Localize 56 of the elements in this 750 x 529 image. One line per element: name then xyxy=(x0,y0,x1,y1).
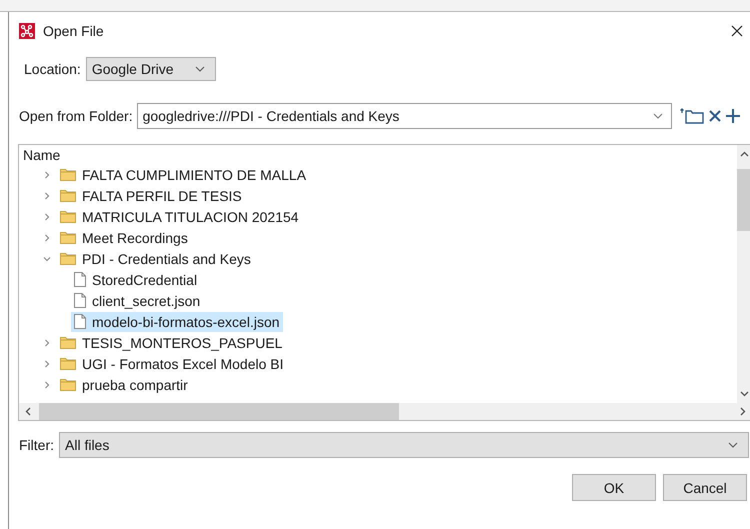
chevron-right-icon[interactable] xyxy=(43,212,51,220)
folder-item[interactable]: Meet Recordings xyxy=(57,228,191,248)
folder-item[interactable]: FALTA PERFIL DE TESIS xyxy=(57,186,245,206)
folder-item[interactable]: TESIS_MONTEROS_PASPUEL xyxy=(57,332,286,352)
chevron-right-icon[interactable] xyxy=(43,380,51,388)
window-title: Open File xyxy=(43,23,104,39)
close-icon[interactable] xyxy=(731,25,743,37)
parent-folder-icon[interactable] xyxy=(680,108,704,124)
folder-icon xyxy=(60,252,76,265)
chevron-down-icon xyxy=(728,442,738,448)
chevron-down-icon[interactable] xyxy=(740,391,749,397)
chevron-right-icon[interactable] xyxy=(740,407,746,416)
chevron-up-icon[interactable] xyxy=(740,151,749,157)
filter-label: Filter: xyxy=(19,437,54,453)
name-column-header[interactable]: Name xyxy=(19,145,60,164)
file-icon xyxy=(74,293,86,308)
folder-item[interactable]: UGI - Formatos Excel Modelo BI xyxy=(57,354,287,374)
folder-icon xyxy=(60,189,76,202)
file-icon xyxy=(74,272,86,287)
filter-dropdown[interactable]: All files xyxy=(59,432,749,458)
file-item[interactable]: StoredCredential xyxy=(71,270,200,290)
file-item[interactable]: modelo-bi-formatos-excel.json xyxy=(71,312,283,332)
chevron-right-icon[interactable] xyxy=(43,192,51,200)
location-label: Location: xyxy=(24,61,81,77)
app-icon xyxy=(19,23,35,39)
folder-icon xyxy=(60,336,76,349)
folder-icon xyxy=(60,378,76,391)
chevron-left-icon[interactable] xyxy=(25,407,31,416)
file-icon xyxy=(74,314,86,329)
chevron-right-icon[interactable] xyxy=(43,338,51,346)
folder-item[interactable]: PDI - Credentials and Keys xyxy=(57,248,254,268)
folder-label: Open from Folder: xyxy=(19,108,133,124)
folder-icon xyxy=(60,231,76,244)
chevron-down-icon xyxy=(652,113,663,119)
cancel-button[interactable]: Cancel xyxy=(663,474,747,501)
location-dropdown[interactable]: Google Drive xyxy=(86,57,216,81)
folder-icon xyxy=(60,210,76,223)
chevron-right-icon[interactable] xyxy=(43,360,51,368)
scrollbar-thumb[interactable] xyxy=(39,403,399,420)
ok-button[interactable]: OK xyxy=(572,474,656,501)
folder-icon xyxy=(60,357,76,370)
file-item[interactable]: client_secret.json xyxy=(71,290,204,310)
folder-item[interactable]: FALTA CUMPLIMIENTO DE MALLA xyxy=(57,164,310,184)
horizontal-scrollbar[interactable] xyxy=(19,403,750,420)
folder-path-field[interactable]: googledrive:///PDI - Credentials and Keys xyxy=(136,103,672,129)
vertical-scrollbar[interactable] xyxy=(737,145,750,403)
chevron-right-icon[interactable] xyxy=(43,170,51,178)
chevron-down-icon xyxy=(194,66,205,72)
delete-icon[interactable] xyxy=(708,109,722,123)
folder-item[interactable]: MATRICULA TITULACION 202154 xyxy=(57,206,302,226)
chevron-right-icon[interactable] xyxy=(43,234,51,242)
scrollbar-thumb[interactable] xyxy=(737,169,750,231)
chevron-down-icon[interactable] xyxy=(43,254,51,262)
folder-item[interactable]: prueba compartir xyxy=(57,374,191,394)
add-icon[interactable] xyxy=(726,109,740,123)
folder-icon xyxy=(60,168,76,181)
